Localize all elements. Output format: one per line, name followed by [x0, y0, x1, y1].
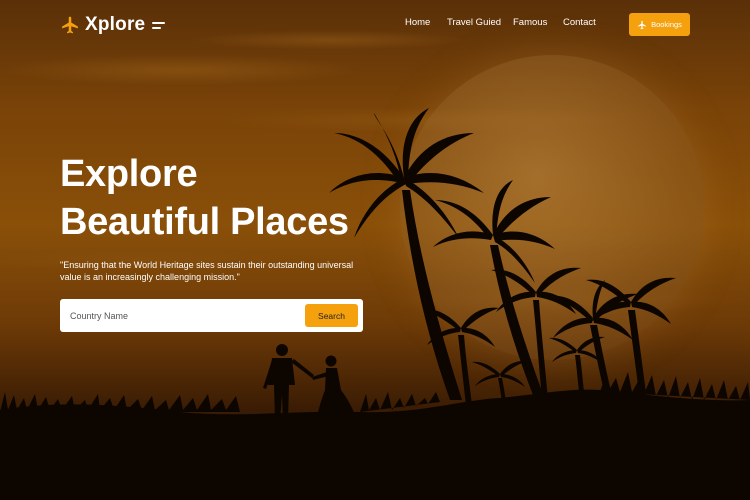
- headline-line-2: Beautiful Places: [60, 201, 349, 243]
- hero-tagline: "Ensuring that the World Heritage sites …: [60, 260, 354, 282]
- airplane-icon: [638, 20, 647, 29]
- bookings-label: Bookings: [651, 20, 682, 29]
- search-button[interactable]: Search: [305, 304, 358, 327]
- nav-link-travel-guied[interactable]: Travel Guied: [447, 17, 501, 28]
- nav-link-famous[interactable]: Famous: [513, 17, 547, 28]
- hero-section: Xplore Home Travel Guied Famous Contact …: [0, 0, 750, 500]
- nav-link-contact[interactable]: Contact: [563, 17, 596, 28]
- headline-line-1: Explore: [60, 153, 198, 195]
- country-search-input[interactable]: [60, 299, 300, 332]
- nav-link-home[interactable]: Home: [405, 17, 430, 28]
- bookings-button[interactable]: Bookings: [629, 13, 690, 36]
- top-navbar: Xplore Home Travel Guied Famous Contact …: [0, 0, 750, 48]
- scenery-image: [0, 108, 750, 500]
- page-title: Explore Beautiful Places: [60, 150, 349, 246]
- search-bar: Search: [60, 299, 363, 332]
